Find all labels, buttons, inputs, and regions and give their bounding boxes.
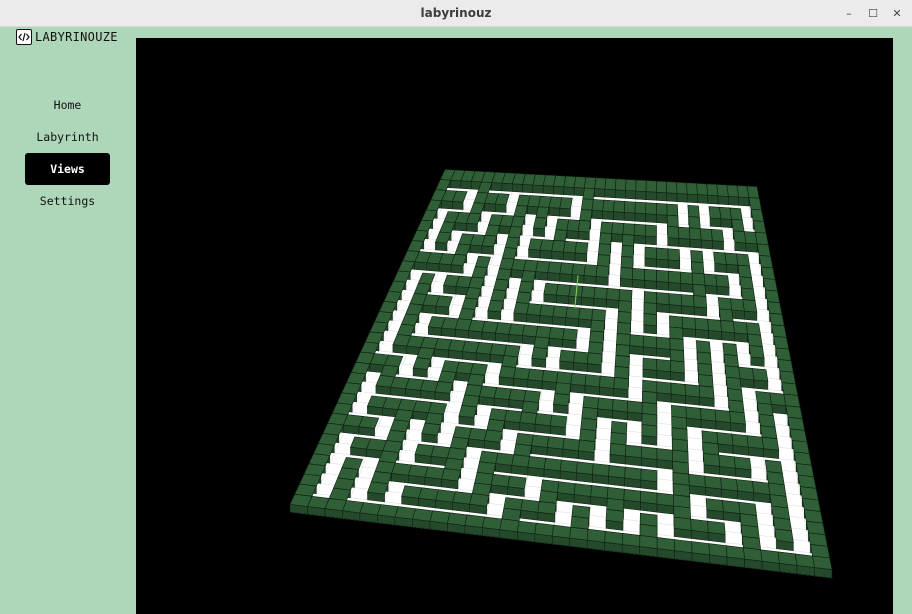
sidebar-item-home[interactable]: Home (25, 89, 110, 121)
maximize-button[interactable]: ☐ (864, 5, 882, 23)
maze-canvas (289, 169, 833, 579)
logo-text: LABYRINOUZE (35, 30, 118, 44)
maze-3d-viewport[interactable] (136, 38, 893, 614)
sidebar-item-settings[interactable]: Settings (25, 185, 110, 217)
app-logo: LABYRINOUZE (16, 27, 118, 47)
close-button[interactable]: ✕ (888, 5, 906, 23)
sidebar-item-views[interactable]: Views (25, 153, 110, 185)
window-titlebar: labyrinouz – ☐ ✕ (0, 0, 912, 27)
code-icon (16, 29, 32, 45)
minimize-button[interactable]: – (840, 5, 858, 23)
window-title: labyrinouz (420, 6, 492, 20)
sidebar-item-labyrinth[interactable]: Labyrinth (25, 121, 110, 153)
